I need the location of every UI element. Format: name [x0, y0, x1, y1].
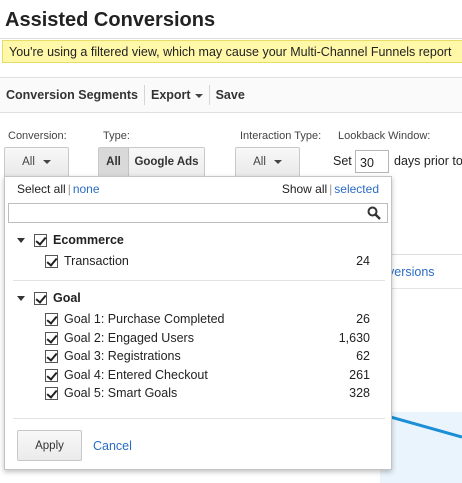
group-ecommerce-checkbox[interactable]: [34, 233, 47, 247]
collapse-triangle-icon[interactable]: [17, 295, 25, 301]
conversion-search-input[interactable]: [9, 204, 359, 222]
conversion-value: All: [22, 156, 35, 168]
type-toggle: All Google Ads: [98, 147, 205, 177]
item-label: Transaction: [64, 254, 129, 268]
divider: [13, 280, 385, 281]
interaction-type-value: All: [253, 156, 266, 168]
item-checkbox[interactable]: [45, 254, 58, 268]
type-label: Type:: [103, 130, 130, 142]
divider: [392, 254, 462, 255]
filtered-view-warning: You're using a filtered view, which may …: [2, 40, 462, 63]
select-none-link[interactable]: none: [73, 182, 100, 196]
type-all-button[interactable]: All: [99, 148, 129, 176]
separator: |: [67, 182, 71, 196]
list-item[interactable]: Goal 3: Registrations 62: [45, 347, 370, 365]
list-item[interactable]: Goal 2: Engaged Users 1,630: [45, 329, 370, 347]
item-count: 26: [356, 312, 370, 326]
days-prior-label: days prior to: [394, 154, 462, 168]
conversion-segments-button[interactable]: Conversion Segments: [0, 85, 144, 105]
item-checkbox[interactable]: [45, 312, 58, 326]
list-item[interactable]: Goal 5: Smart Goals 328: [45, 384, 370, 402]
show-selected-link[interactable]: selected: [334, 182, 379, 196]
item-checkbox[interactable]: [45, 368, 58, 382]
conversion-search-box: [8, 203, 388, 223]
item-count: 328: [349, 386, 370, 400]
conversions-link[interactable]: versions: [388, 265, 435, 279]
save-button[interactable]: Save: [210, 85, 251, 105]
show-all-link[interactable]: Show all: [282, 182, 327, 196]
chart-line: [380, 412, 462, 439]
item-count: 261: [349, 368, 370, 382]
show-controls: Show all | selected: [282, 182, 379, 196]
list-item[interactable]: Goal 1: Purchase Completed 26: [45, 310, 370, 328]
divider: [13, 418, 385, 419]
collapse-triangle-icon[interactable]: [17, 237, 25, 243]
conversion-label: Conversion:: [8, 130, 67, 142]
conversion-dropdown-panel: Select all | none Show all | selected Ecomme…: [4, 176, 392, 470]
divider: [0, 38, 462, 39]
lookback-days-input[interactable]: [355, 150, 389, 173]
report-toolbar: Conversion Segments Export Save: [0, 77, 462, 113]
list-item[interactable]: Transaction 24: [45, 252, 370, 270]
conversion-dropdown[interactable]: All: [4, 147, 69, 177]
item-label: Goal 1: Purchase Completed: [64, 312, 225, 326]
item-count: 62: [356, 349, 370, 363]
type-google-ads-button[interactable]: Google Ads: [129, 148, 204, 176]
cancel-link[interactable]: Cancel: [93, 439, 132, 453]
chevron-down-icon: [273, 160, 282, 164]
export-button[interactable]: Export: [145, 85, 209, 105]
item-count: 24: [356, 254, 370, 268]
set-label: Set: [333, 154, 352, 168]
separator: |: [329, 182, 333, 196]
export-label: Export: [150, 88, 191, 102]
select-all-link[interactable]: Select all: [17, 182, 66, 196]
item-checkbox[interactable]: [45, 386, 58, 400]
chevron-down-icon: [42, 160, 51, 164]
group-goal-checkbox[interactable]: [34, 291, 47, 305]
apply-button[interactable]: Apply: [17, 430, 82, 461]
group-ecommerce-label: Ecommerce: [53, 233, 124, 247]
list-item[interactable]: Goal 4: Entered Checkout 261: [45, 366, 370, 384]
chevron-down-icon: [194, 93, 203, 98]
interaction-type-label: Interaction Type:: [240, 130, 322, 142]
select-controls: Select all | none: [17, 182, 100, 196]
interaction-type-dropdown[interactable]: All: [235, 147, 300, 177]
item-count: 1,630: [338, 331, 370, 345]
item-label: Goal 3: Registrations: [64, 349, 181, 363]
page-title: Assisted Conversions: [5, 9, 216, 31]
group-goal-label: Goal: [53, 291, 81, 305]
item-label: Goal 4: Entered Checkout: [64, 368, 208, 382]
group-goal: Goal: [17, 291, 81, 305]
divider: [392, 288, 462, 289]
item-label: Goal 2: Engaged Users: [64, 331, 194, 345]
item-label: Goal 5: Smart Goals: [64, 386, 178, 400]
search-icon[interactable]: [367, 206, 381, 220]
item-checkbox[interactable]: [45, 331, 58, 345]
item-checkbox[interactable]: [45, 349, 58, 363]
lookback-window-label: Lookback Window:: [338, 130, 431, 142]
group-ecommerce: Ecommerce: [17, 233, 124, 247]
